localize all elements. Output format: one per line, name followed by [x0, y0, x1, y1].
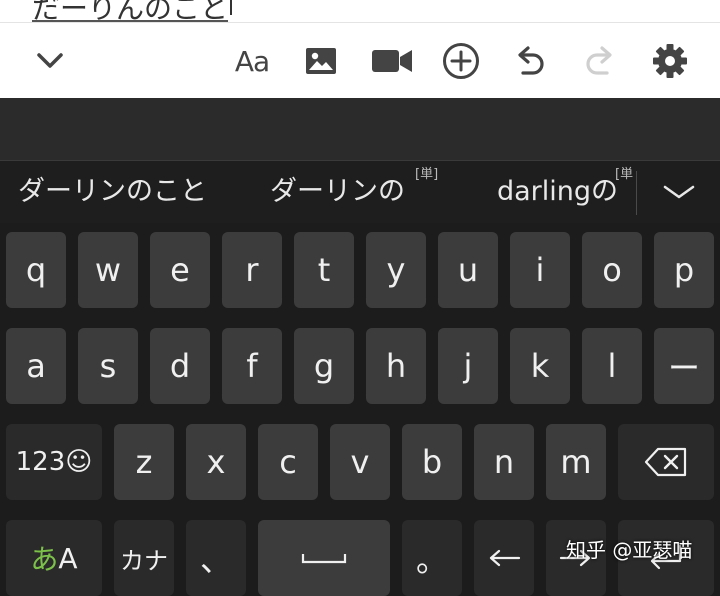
key-v[interactable]: v — [330, 424, 390, 500]
key-e[interactable]: e — [150, 232, 210, 308]
key-k[interactable]: k — [510, 328, 570, 404]
key-a[interactable]: a — [6, 328, 66, 404]
key-y[interactable]: y — [366, 232, 426, 308]
editor-text-content: だーりんのこと — [32, 0, 229, 22]
chevron-down-icon — [663, 185, 694, 199]
alphabet-mode-label: A — [58, 541, 78, 575]
katakana-label: カナ — [120, 546, 168, 575]
key-m[interactable]: m — [546, 424, 606, 500]
key-w[interactable]: w — [78, 232, 138, 308]
key-comma[interactable]: 、 — [186, 520, 246, 596]
key-o[interactable]: o — [582, 232, 642, 308]
key-language-toggle[interactable]: あA — [6, 520, 102, 596]
key-r[interactable]: r — [222, 232, 282, 308]
undo-button[interactable] — [504, 23, 556, 99]
key-t[interactable]: t — [294, 232, 354, 308]
candidate-3-tag: [単 — [615, 167, 634, 182]
key-i[interactable]: i — [510, 232, 570, 308]
key-z[interactable]: z — [114, 424, 174, 500]
text-format-icon: Aa — [234, 44, 270, 78]
font-format-button[interactable]: Aa — [226, 23, 278, 99]
key-x[interactable]: x — [186, 424, 246, 500]
key-c[interactable]: c — [258, 424, 318, 500]
arrow-left-icon — [489, 549, 521, 567]
key-q[interactable]: q — [6, 232, 66, 308]
insert-image-button[interactable] — [295, 23, 347, 99]
key-j[interactable]: j — [438, 328, 498, 404]
watermark: 知乎 @亚瑟喵 — [566, 538, 693, 562]
key-n[interactable]: n — [474, 424, 534, 500]
key-l[interactable]: l — [582, 328, 642, 404]
key-h[interactable]: h — [366, 328, 426, 404]
video-camera-icon — [372, 50, 412, 72]
keyboard-top-bar — [0, 98, 720, 160]
key-long-vowel[interactable]: ー — [654, 328, 714, 404]
key-katakana[interactable]: カナ — [114, 520, 174, 596]
collapse-button[interactable] — [24, 23, 76, 99]
redo-icon — [586, 46, 612, 75]
settings-button[interactable] — [644, 23, 696, 99]
plus-circle-icon — [443, 43, 479, 79]
key-f[interactable]: f — [222, 328, 282, 404]
candidate-expand-button[interactable] — [637, 161, 720, 223]
candidate-1[interactable]: ダーリンのこと — [18, 161, 207, 223]
key-g[interactable]: g — [294, 328, 354, 404]
candidate-3[interactable]: darlingの — [497, 161, 618, 223]
candidate-2-tag: [単] — [415, 167, 439, 182]
editor-text[interactable]: だーりんのこと — [32, 0, 233, 22]
editor-toolbar: Aa — [0, 22, 720, 99]
space-bar-icon — [301, 554, 347, 564]
hiragana-mode-label: あ — [30, 543, 59, 576]
key-p[interactable]: p — [654, 232, 714, 308]
candidate-bar: ダーリンのこと ダーリンの [単] darlingの [単 — [0, 160, 720, 223]
editor-area[interactable]: だーりんのこと — [0, 0, 720, 22]
insert-more-button[interactable] — [434, 23, 488, 99]
gear-icon — [653, 44, 687, 78]
insert-video-button[interactable] — [364, 23, 420, 99]
key-b[interactable]: b — [402, 424, 462, 500]
candidate-2[interactable]: ダーリンの — [270, 161, 405, 223]
key-u[interactable]: u — [438, 232, 498, 308]
key-numbers-mode[interactable]: 123☺ — [6, 424, 102, 500]
text-cursor — [230, 0, 233, 15]
undo-icon — [518, 46, 544, 75]
key-d[interactable]: d — [150, 328, 210, 404]
key-cursor-left[interactable] — [474, 520, 534, 596]
chevron-down-icon — [37, 53, 63, 68]
backspace-icon — [644, 447, 687, 477]
key-s[interactable]: s — [78, 328, 138, 404]
key-period[interactable]: 。 — [402, 520, 462, 596]
image-icon — [306, 48, 336, 74]
redo-button[interactable] — [574, 23, 626, 99]
key-backspace[interactable] — [618, 424, 714, 500]
key-space[interactable] — [258, 520, 390, 596]
